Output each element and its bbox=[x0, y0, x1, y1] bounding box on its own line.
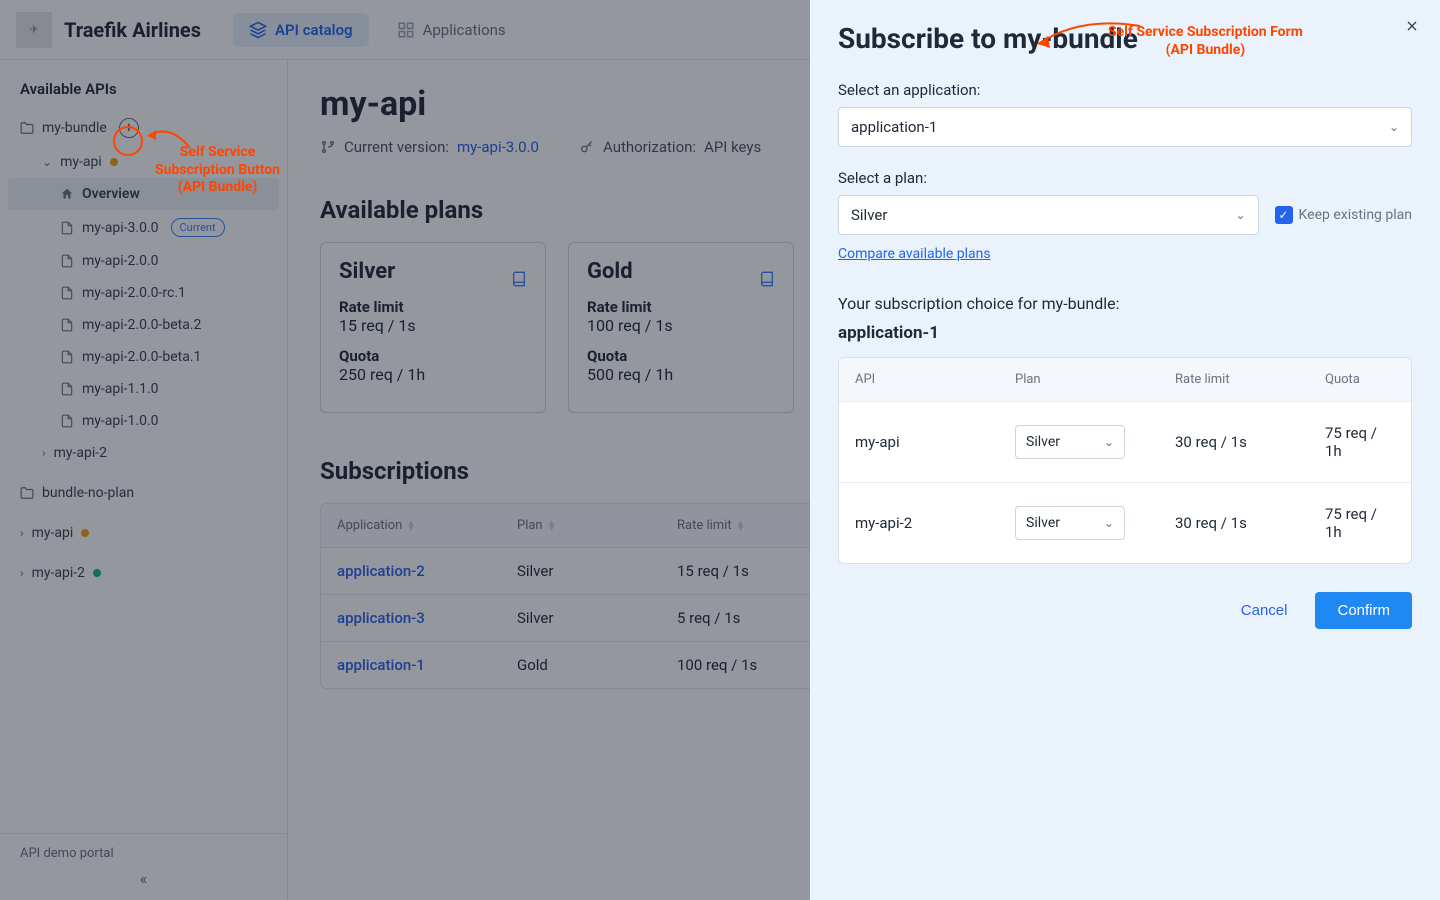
application-select[interactable]: application-1 ⌄ bbox=[838, 107, 1412, 147]
quota-cell: 75 req / 1h bbox=[1325, 505, 1395, 541]
summary-label: Your subscription choice for my-bundle: bbox=[838, 294, 1412, 313]
table-row: my-api Silver ⌄ 30 req / 1s 75 req / 1h bbox=[839, 401, 1411, 482]
select-app-label: Select an application: bbox=[838, 81, 1412, 99]
col-quota: Quota bbox=[1325, 372, 1395, 387]
col-api: API bbox=[855, 372, 1015, 387]
close-icon bbox=[1404, 18, 1420, 34]
subscribe-drawer: Subscribe to my-bundle Select an applica… bbox=[810, 0, 1440, 900]
chevron-down-icon: ⌄ bbox=[1104, 435, 1114, 449]
chevron-down-icon: ⌄ bbox=[1104, 516, 1114, 530]
select-plan-label: Select a plan: bbox=[838, 169, 1412, 187]
quota-cell: 75 req / 1h bbox=[1325, 424, 1395, 460]
api-cell: my-api-2 bbox=[855, 514, 1015, 532]
confirm-button[interactable]: Confirm bbox=[1315, 592, 1412, 629]
summary-app: application-1 bbox=[838, 323, 1412, 343]
drawer-title: Subscribe to my-bundle bbox=[838, 22, 1412, 55]
compare-plans-link[interactable]: Compare available plans bbox=[838, 246, 991, 262]
select-value: Silver bbox=[851, 206, 887, 224]
select-value: application-1 bbox=[851, 118, 937, 136]
row-plan-select[interactable]: Silver ⌄ bbox=[1015, 506, 1125, 540]
plan-select[interactable]: Silver ⌄ bbox=[838, 195, 1259, 235]
col-rate-limit: Rate limit bbox=[1175, 372, 1325, 387]
select-value: Silver bbox=[1026, 515, 1060, 531]
close-button[interactable] bbox=[1404, 18, 1420, 34]
checkbox-checked-icon: ✓ bbox=[1275, 206, 1293, 224]
chevron-down-icon: ⌄ bbox=[1389, 120, 1399, 134]
rate-limit-cell: 30 req / 1s bbox=[1175, 433, 1325, 451]
select-value: Silver bbox=[1026, 434, 1060, 450]
api-cell: my-api bbox=[855, 433, 1015, 451]
choice-table: API Plan Rate limit Quota my-api Silver … bbox=[838, 357, 1412, 564]
cancel-button[interactable]: Cancel bbox=[1229, 592, 1300, 629]
chevron-down-icon: ⌄ bbox=[1235, 208, 1245, 222]
row-plan-select[interactable]: Silver ⌄ bbox=[1015, 425, 1125, 459]
table-row: my-api-2 Silver ⌄ 30 req / 1s 75 req / 1… bbox=[839, 482, 1411, 563]
rate-limit-cell: 30 req / 1s bbox=[1175, 514, 1325, 532]
checkbox-label: Keep existing plan bbox=[1299, 207, 1412, 223]
col-plan: Plan bbox=[1015, 372, 1175, 387]
keep-existing-checkbox[interactable]: ✓ Keep existing plan bbox=[1275, 206, 1412, 224]
